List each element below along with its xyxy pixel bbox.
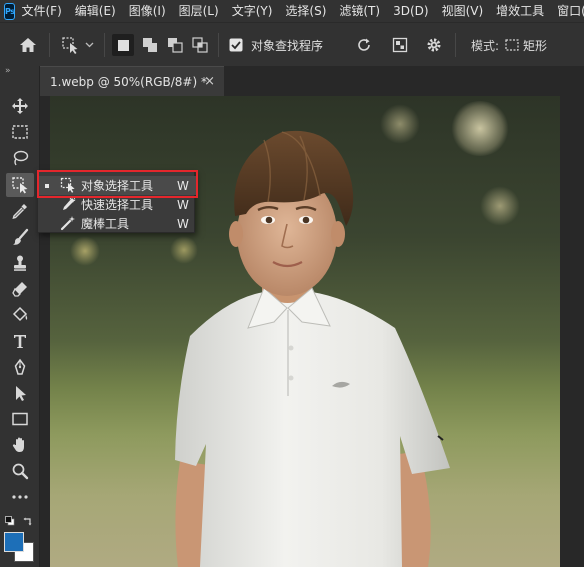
eyedropper-tool-icon[interactable]	[6, 199, 34, 223]
mode-dropdown[interactable]: 矩形	[505, 23, 584, 67]
menu-window[interactable]: 窗口(W)	[557, 0, 584, 22]
clone-stamp-tool-icon[interactable]	[6, 251, 34, 275]
swap-colors-icon[interactable]	[23, 515, 33, 529]
photoshop-logo[interactable]: Ps	[4, 2, 16, 20]
flyout-item-shortcut: W	[177, 197, 189, 212]
flyout-item-label: 快速选择工具	[81, 198, 154, 212]
object-selection-icon	[60, 177, 75, 193]
type-tool-icon[interactable]	[6, 329, 34, 353]
foreground-color-swatch[interactable]	[4, 532, 24, 552]
settings-gear-icon[interactable]	[421, 23, 447, 67]
tool-preset-picker[interactable]	[58, 23, 98, 67]
lasso-tool-icon[interactable]	[6, 146, 34, 170]
portrait-figure	[175, 130, 450, 567]
menu-view[interactable]: 视图(V)	[442, 0, 484, 22]
menu-filter[interactable]: 滤镜(T)	[339, 0, 380, 22]
checkbox-checked-icon[interactable]	[229, 38, 243, 52]
magic-wand-icon	[60, 216, 75, 231]
close-tab-icon[interactable]: ×	[204, 74, 215, 89]
flyout-item-shortcut: W	[177, 178, 189, 193]
document-tab-title: 1.webp @ 50%(RGB/8#) *	[50, 74, 207, 89]
menu-layer[interactable]: 图层(L)	[179, 0, 219, 22]
menu-type[interactable]: 文字(Y)	[232, 0, 273, 22]
flyout-item-quick-selection[interactable]: 快速选择工具 W	[38, 195, 196, 214]
more-tools-icon[interactable]	[6, 485, 34, 509]
menu-image[interactable]: 图像(I)	[129, 0, 166, 22]
document-tab[interactable]: 1.webp @ 50%(RGB/8#) * ×	[40, 66, 224, 96]
show-all-objects-icon[interactable]	[388, 23, 412, 67]
tools-panel: »	[0, 66, 40, 567]
menu-edit[interactable]: 编辑(E)	[75, 0, 116, 22]
mode-label: 模式:	[470, 38, 500, 53]
document-tab-bar: 1.webp @ 50%(RGB/8#) * ×	[40, 66, 584, 96]
move-tool-icon[interactable]	[6, 94, 34, 118]
menu-bar: Ps 文件(F) 编辑(E) 图像(I) 图层(L) 文字(Y) 选择(S) 滤…	[0, 0, 584, 22]
pen-tool-icon[interactable]	[6, 355, 34, 379]
rectangle-marquee-icon	[505, 39, 519, 51]
object-selection-tool-icon[interactable]	[6, 173, 34, 197]
menu-file[interactable]: 文件(F)	[21, 0, 61, 22]
menu-3d[interactable]: 3D(D)	[393, 0, 428, 22]
collapse-toolbar-icon[interactable]: »	[5, 66, 10, 76]
zoom-tool-icon[interactable]	[6, 459, 34, 483]
default-colors-icon[interactable]	[5, 515, 15, 529]
document-canvas[interactable]	[50, 96, 560, 567]
menu-select[interactable]: 选择(S)	[285, 0, 326, 22]
mode-value: 矩形	[523, 38, 548, 53]
rectangle-tool-icon[interactable]	[6, 407, 34, 431]
menu-plugins[interactable]: 增效工具	[496, 0, 544, 22]
flyout-item-label: 对象选择工具	[81, 179, 154, 193]
object-finder-label: 对象查找程序	[251, 38, 324, 53]
rectangular-marquee-tool-icon[interactable]	[6, 120, 34, 144]
refresh-icon[interactable]	[352, 23, 376, 67]
paint-bucket-tool-icon[interactable]	[6, 303, 34, 327]
subtract-from-selection-icon[interactable]	[163, 23, 187, 67]
home-icon[interactable]	[14, 23, 42, 67]
selection-tools-flyout: 对象选择工具 W 快速选择工具 W 魔棒工具 W	[37, 170, 196, 233]
flyout-item-object-selection[interactable]: 对象选择工具 W	[38, 176, 196, 195]
eraser-tool-icon[interactable]	[6, 277, 34, 301]
object-finder-checkbox[interactable]: 对象查找程序	[229, 23, 337, 67]
intersect-selection-icon[interactable]	[188, 23, 212, 67]
flyout-item-shortcut: W	[177, 216, 189, 231]
options-bar: 对象查找程序 模式: 矩形	[0, 22, 584, 66]
add-to-selection-icon[interactable]	[138, 23, 162, 67]
flyout-item-label: 魔棒工具	[81, 217, 130, 231]
active-tool-marker	[45, 183, 49, 188]
new-selection-icon[interactable]	[110, 23, 136, 67]
quick-selection-icon	[63, 196, 76, 210]
brush-tool-icon[interactable]	[6, 225, 34, 249]
flyout-item-magic-wand[interactable]: 魔棒工具 W	[38, 214, 196, 233]
hand-tool-icon[interactable]	[6, 433, 34, 457]
path-selection-tool-icon[interactable]	[6, 381, 34, 405]
